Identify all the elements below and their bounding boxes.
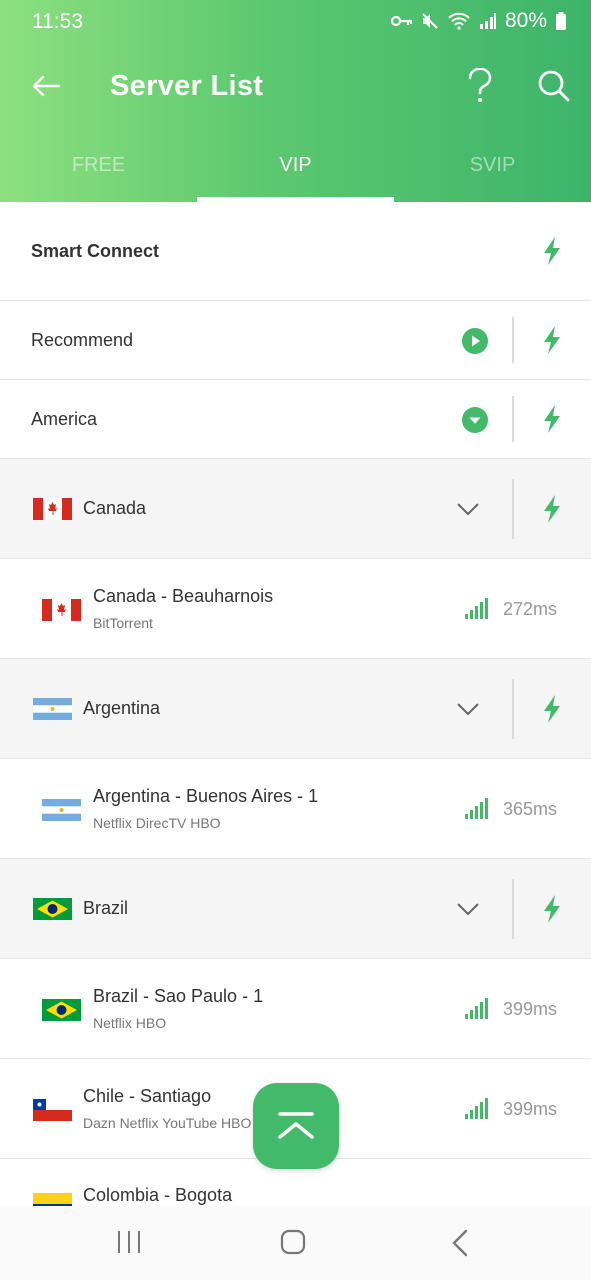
argentina-flag-icon [42, 799, 81, 821]
server-tags: BitTorrent [93, 615, 153, 631]
play-circle-icon[interactable] [462, 328, 488, 354]
divider [512, 679, 514, 739]
chevron-down-icon[interactable] [456, 699, 480, 719]
brazil-flag-icon [42, 999, 81, 1021]
home-icon[interactable] [280, 1229, 306, 1255]
signal-bars-icon [465, 1098, 488, 1119]
server-row-brazil-sao-paulo[interactable]: Brazil - Sao Paulo - 1 Netflix HBO 399ms [0, 959, 591, 1059]
brazil-flag-icon [33, 898, 72, 920]
vpn-key-icon [390, 15, 413, 27]
latency: 365ms [503, 799, 558, 819]
caret-down-circle-icon[interactable] [462, 407, 488, 433]
server-name: Canada - Beauharnois [93, 586, 274, 606]
smart-connect-row[interactable]: Smart Connect [0, 202, 591, 301]
battery-percent: 80% [504, 9, 547, 32]
server-name: Chile - Santiago [83, 1086, 212, 1106]
mute-icon [422, 13, 438, 29]
lightning-bolt-icon[interactable] [540, 236, 564, 266]
tab-free[interactable]: FREE [0, 130, 197, 202]
tab-svip[interactable]: SVIP [394, 130, 591, 202]
status-time: 11:53 [32, 10, 83, 33]
divider [512, 396, 514, 442]
server-name: Brazil - Sao Paulo - 1 [93, 986, 264, 1006]
canada-flag-icon [42, 599, 81, 621]
battery-icon [556, 12, 566, 30]
page-title: Server List [110, 70, 264, 102]
lightning-bolt-icon[interactable] [540, 404, 564, 434]
country-name: Argentina [83, 698, 161, 718]
status-icons: 80% [390, 9, 567, 33]
country-name: Brazil [83, 898, 129, 918]
lightning-bolt-icon[interactable] [540, 325, 564, 355]
server-tags: Netflix HBO [93, 1015, 167, 1031]
lightning-bolt-icon[interactable] [540, 894, 564, 924]
lightning-bolt-icon[interactable] [540, 494, 564, 524]
lightning-bolt-icon[interactable] [540, 694, 564, 724]
colombia-flag-icon [33, 1193, 72, 1206]
chevron-down-icon[interactable] [456, 899, 480, 919]
help-button[interactable] [460, 64, 500, 108]
recent-apps-icon[interactable] [116, 1229, 142, 1255]
group-label: Recommend [31, 330, 134, 350]
server-tags: Dazn Netflix YouTube HBO [83, 1115, 252, 1131]
back-button[interactable] [26, 66, 66, 106]
search-button[interactable] [532, 64, 576, 108]
signal-bars-icon [465, 798, 488, 819]
divider [512, 317, 514, 363]
chile-flag-icon [33, 1099, 72, 1121]
arrow-left-icon [32, 75, 61, 97]
scroll-to-top-button[interactable] [253, 1083, 339, 1169]
country-row-brazil[interactable]: Brazil [0, 859, 591, 959]
plan-tabs: FREE VIP SVIP [0, 130, 591, 202]
country-row-canada[interactable]: Canada [0, 459, 591, 559]
group-label: America [31, 409, 98, 429]
country-row-argentina[interactable]: Argentina [0, 659, 591, 759]
tab-vip[interactable]: VIP [197, 130, 394, 202]
signal-bars-icon [465, 998, 488, 1019]
chevron-down-icon[interactable] [456, 499, 480, 519]
toolbar: Server List [0, 58, 591, 114]
latency: 399ms [503, 999, 558, 1019]
divider [512, 479, 514, 539]
server-row-canada-beauharnois[interactable]: Canada - Beauharnois BitTorrent 272ms [0, 559, 591, 659]
system-nav-bar [0, 1206, 591, 1280]
server-tags: Netflix DirecTV HBO [93, 815, 221, 831]
nav-back-icon[interactable] [450, 1229, 470, 1257]
server-list[interactable]: Smart Connect Recommend America Canada C… [0, 202, 591, 1206]
app-header: 11:53 80% Server List FREE VIP SVIP [0, 0, 591, 202]
argentina-flag-icon [33, 698, 72, 720]
search-icon [538, 70, 570, 102]
cell-signal-icon [479, 13, 496, 29]
divider [512, 879, 514, 939]
signal-bars-icon [465, 598, 488, 619]
question-mark-icon [468, 68, 492, 102]
country-name: Canada [83, 498, 147, 518]
server-name: Colombia - Bogota [83, 1185, 233, 1205]
wifi-icon [448, 12, 470, 30]
latency: 399ms [503, 1099, 558, 1119]
latency: 272ms [503, 599, 558, 619]
smart-connect-label: Smart Connect [31, 241, 160, 261]
status-bar: 11:53 80% [0, 0, 591, 44]
server-row-argentina-buenos-aires[interactable]: Argentina - Buenos Aires - 1 Netflix Dir… [0, 759, 591, 859]
canada-flag-icon [33, 498, 72, 520]
server-name: Argentina - Buenos Aires - 1 [93, 786, 319, 806]
group-row-recommend[interactable]: Recommend [0, 301, 591, 380]
group-row-america[interactable]: America [0, 380, 591, 459]
scroll-to-top-icon [278, 1112, 314, 1139]
